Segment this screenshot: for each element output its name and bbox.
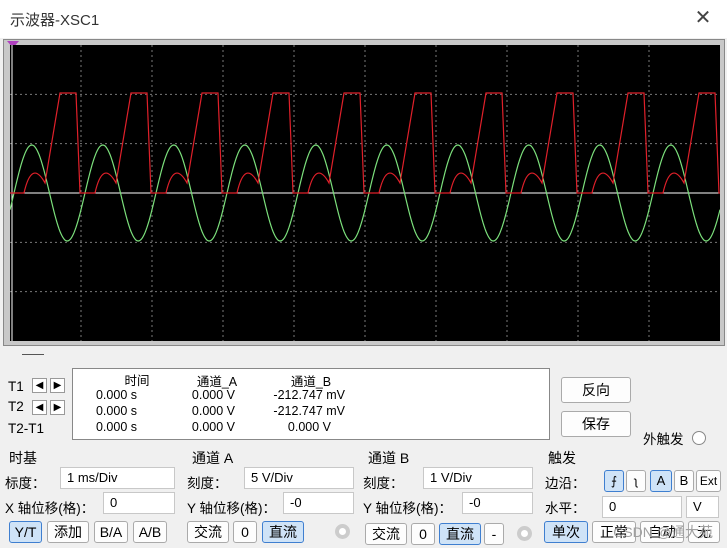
readout-t2-ch-a: 0.000 V [191,404,235,418]
channel-a-ac-button[interactable]: 交流 [187,521,229,543]
readout-t2-time: 0.000 s [95,404,137,418]
channel-b-scale-label: 刻度： [363,476,404,491]
timebase-scale-field[interactable]: 1 ms/Div [60,467,175,489]
trigger-level-field[interactable]: 0 [602,496,682,518]
cursor-t2-label: T2 [8,399,24,414]
channel-a-trace [10,92,724,194]
cursor-t1-row: T1 ◀ ▶ [6,378,70,396]
cursor-t2-t1-row: T2-T1 [6,420,70,438]
channel-a-scale-field[interactable]: 5 V/Div [244,467,354,489]
timebase-xpos-label: X 轴位移(格)： [5,501,95,516]
watermark-text: CSDN @通大苑 [613,524,713,540]
falling-edge-icon[interactable]: ʅ [626,470,646,492]
mode-yt-button[interactable]: Y/T [9,521,42,543]
cursor-t1-label: T1 [8,379,24,394]
readout-t2-ch-b: -212.747 mV [273,404,345,418]
channel-b-ac-button[interactable]: 交流 [365,523,407,545]
timebase-xpos-field[interactable]: 0 [103,492,175,514]
readout-header-time: 时间 [124,374,150,388]
channel-b-minus-button[interactable]: - [484,523,504,545]
window-title: 示波器-XSC1 [10,12,100,29]
close-icon[interactable]: ✕ [691,6,715,30]
ext-trigger-label: 外触发 [643,432,684,447]
channel-a-ypos-field[interactable]: -0 [283,492,354,514]
mode-add-button[interactable]: 添加 [47,521,89,543]
cursor-t2-row: T2 ◀ ▶ [6,398,70,416]
channel-a-title: 通道 A [192,450,234,466]
trigger-source-b-button[interactable]: B [674,470,694,492]
trigger-edge-label: 边沿： [545,476,586,491]
trigger-source-ext-button[interactable]: Ext [696,470,721,492]
channel-a-zero-button[interactable]: 0 [233,521,257,543]
timebase-scale-label: 标度： [5,476,46,491]
readout-t1-ch-a: 0.000 V [191,388,235,402]
channel-b-scale-field[interactable]: 1 V/Div [423,467,533,489]
scope-screen [9,45,724,341]
channel-a-ypos-label: Y 轴位移(格)： [187,501,277,516]
scope-graph [9,45,724,341]
timebase-title: 时基 [9,450,37,466]
trigger-single-button[interactable]: 单次 [544,521,588,543]
channel-a-scale-label: 刻度： [187,476,228,491]
title-bar: 示波器-XSC1 ✕ [0,0,727,38]
channel-b-ypos-field[interactable]: -0 [462,492,533,514]
t1-right-arrow-icon[interactable]: ▶ [50,378,65,393]
ext-trigger-radio[interactable] [692,431,706,445]
panel-divider [22,354,44,355]
reverse-button[interactable]: 反向 [561,377,631,403]
trigger-source-a-button[interactable]: A [650,470,672,492]
save-button[interactable]: 保存 [561,411,631,437]
readout-delta-ch-b: 0.000 V [287,420,331,434]
readout-delta-time: 0.000 s [95,420,137,434]
trigger-title: 触发 [548,450,576,466]
readout-t1-ch-b: -212.747 mV [273,388,345,402]
channel-b-zero-button[interactable]: 0 [411,523,435,545]
t1-left-arrow-icon[interactable]: ◀ [32,378,47,393]
cursor-t2-t1-label: T2-T1 [8,421,45,436]
channel-b-dc-button[interactable]: 直流 [439,523,481,545]
trigger-level-label: 水平： [545,501,586,516]
mode-ba-button[interactable]: B/A [94,521,128,543]
t2-right-arrow-icon[interactable]: ▶ [50,400,65,415]
channel-a-dc-button[interactable]: 直流 [262,521,304,543]
trigger-level-unit[interactable]: V [686,496,719,518]
channel-b-title: 通道 B [368,450,410,466]
rising-edge-icon[interactable]: ⨍ [604,470,624,492]
mode-ab-button[interactable]: A/B [133,521,167,543]
t2-left-arrow-icon[interactable]: ◀ [32,400,47,415]
channel-b-radio[interactable] [517,526,532,541]
readout-delta-ch-a: 0.000 V [191,420,235,434]
measurement-readout: 时间 通道_A 通道_B 0.000 s 0.000 V -212.747 mV… [72,368,550,440]
channel-a-radio[interactable] [335,524,350,539]
channel-b-ypos-label: Y 轴位移(格)： [363,501,453,516]
readout-t1-time: 0.000 s [95,388,137,402]
